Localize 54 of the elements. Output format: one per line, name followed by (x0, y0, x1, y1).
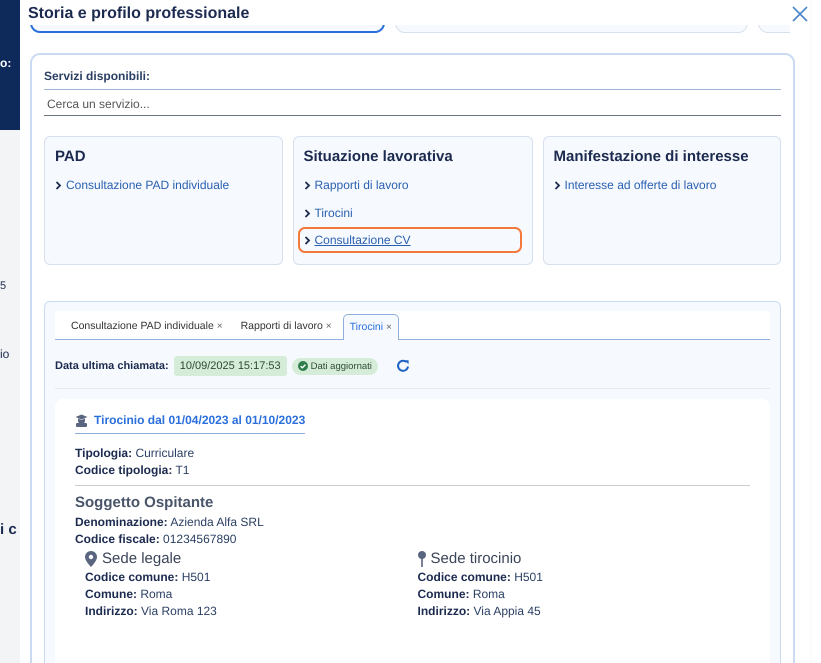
card-title: Manifestazione di interesse (554, 148, 749, 165)
page-text-fragment: o: (0, 56, 12, 70)
close-icon[interactable] (792, 6, 808, 22)
page-text-fragment: i c (0, 521, 18, 538)
card-title: Situazione lavorativa (304, 148, 453, 165)
field-value: 01234567890 (163, 532, 236, 546)
last-call-date: 10/09/2025 15:17:53 (174, 356, 287, 376)
service-link[interactable]: Rapporti di lavoro (298, 175, 415, 195)
chevron-icon (55, 180, 62, 190)
service-link[interactable]: Tirocini (298, 203, 359, 223)
section-title: Sede legale (102, 550, 182, 567)
result-tab[interactable]: Tirocini × (342, 314, 399, 340)
result-tab[interactable]: Consultazione PAD individuale × (64, 313, 230, 339)
field-value: H501 (182, 570, 210, 584)
services-label: Servizi disponibili: (44, 69, 781, 90)
refresh-icon[interactable] (394, 358, 411, 374)
field-label: Comune: (418, 587, 470, 601)
map-pin-icon (85, 550, 97, 566)
field-label: Tipologia: (75, 446, 132, 460)
field-value: Roma (472, 587, 505, 601)
chevron-icon (554, 180, 560, 190)
field-value: Azienda Alfa SRL (170, 515, 264, 529)
field-value: Roma (140, 587, 172, 601)
field-label: Indirizzo: (85, 604, 138, 618)
service-link[interactable]: Consultazione PAD individuale (49, 175, 236, 195)
field-label: Codice comune: (85, 570, 178, 584)
graduation-cap-icon (75, 414, 88, 426)
field-value: Curriculare (135, 446, 194, 460)
pushpin-icon (418, 550, 426, 566)
status-badge: Dati aggiornati (292, 358, 378, 374)
modal-title: Storia e profilo professionale (28, 5, 250, 23)
field-label: Codice fiscale: (75, 532, 160, 546)
last-call-label: Data ultima chiamata: (55, 360, 169, 372)
service-link[interactable]: Interesse ad offerte di lavoro (548, 175, 722, 195)
field-value: Via Roma 123 (141, 604, 217, 618)
page-text-fragment: io (0, 347, 10, 361)
field-value: Via Appia 45 (474, 604, 541, 618)
section-title: Sede tirocinio (430, 550, 522, 567)
service-link[interactable]: Consultazione CV (298, 227, 522, 253)
field-value: H501 (514, 570, 543, 584)
record-title[interactable]: Tirocinio dal 01/04/2023 al 01/10/2023 (75, 413, 306, 434)
field-label: Codice comune: (418, 570, 511, 584)
field-label: Indirizzo: (418, 604, 470, 618)
field-value: T1 (175, 463, 190, 477)
field-label: Denominazione: (75, 515, 168, 529)
result-tab[interactable]: Rapporti di lavoro × (234, 313, 339, 339)
chevron-icon (304, 208, 310, 218)
section-title: Soggetto Ospitante (75, 494, 214, 511)
field-label: Codice tipologia: (75, 463, 172, 477)
chevron-icon (304, 236, 310, 244)
page-text-fragment: 5 (0, 280, 8, 292)
chevron-icon (304, 180, 310, 190)
field-label: Comune: (85, 587, 137, 601)
card-title: PAD (55, 148, 86, 165)
